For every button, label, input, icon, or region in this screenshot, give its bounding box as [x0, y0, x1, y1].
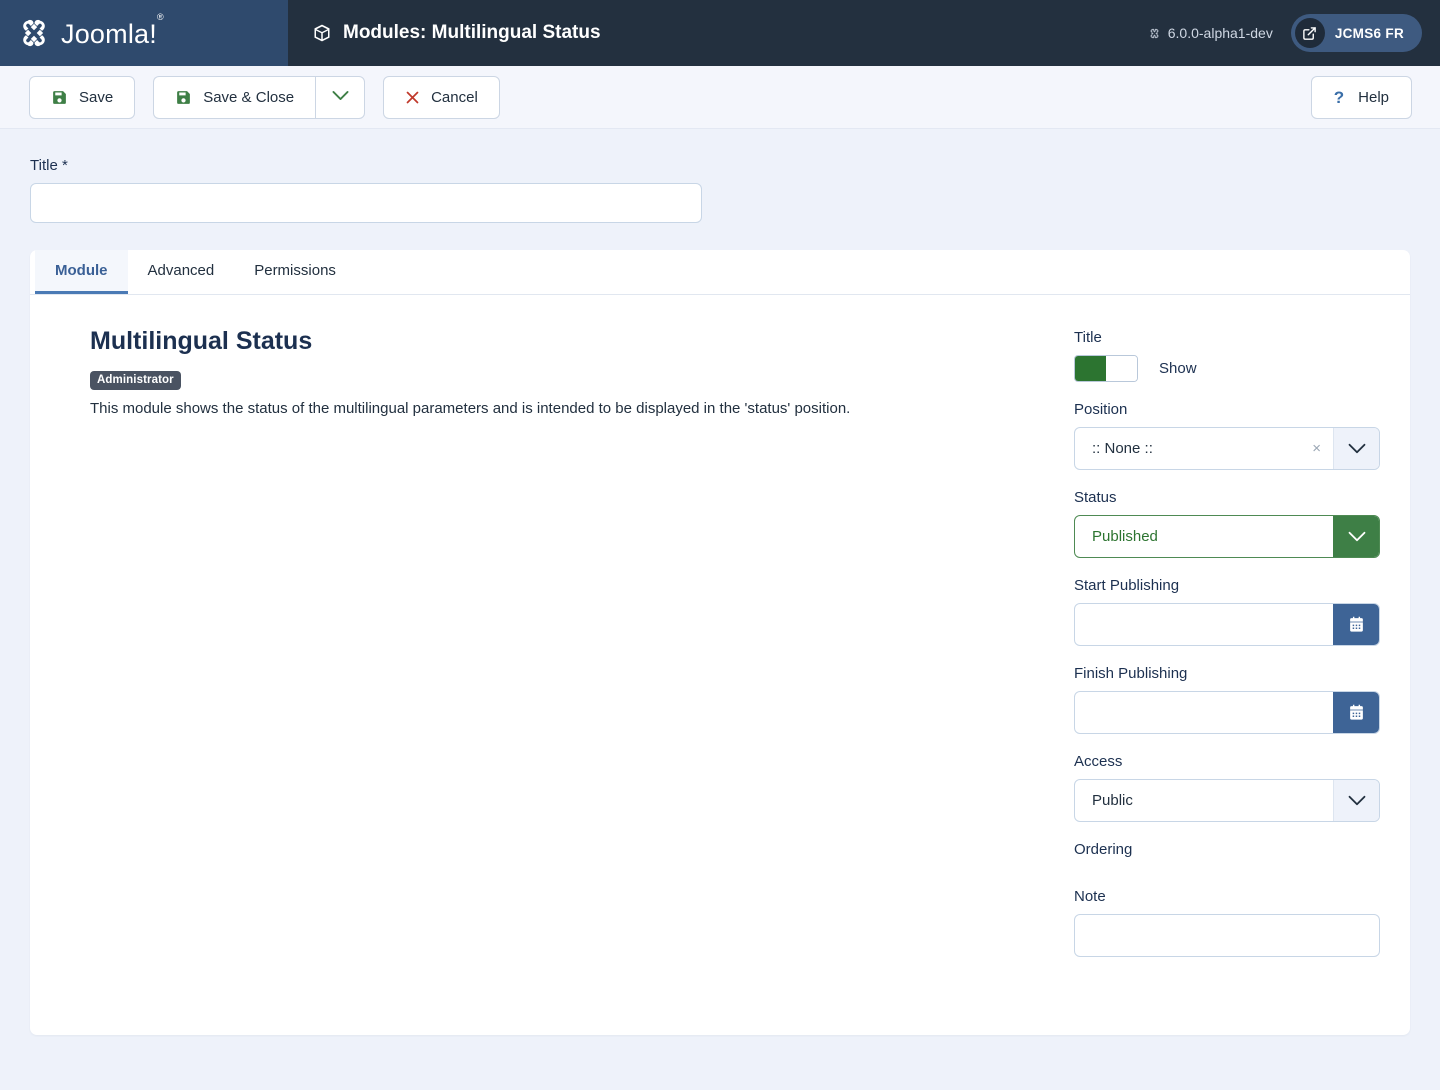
position-field: Position :: None :: × — [1074, 401, 1380, 470]
floppy-disk-icon — [51, 89, 68, 106]
tab-advanced-label: Advanced — [147, 262, 215, 279]
save-button[interactable]: Save — [29, 75, 136, 119]
help-button[interactable]: ? Help — [1310, 75, 1412, 119]
show-title-label: Title — [1074, 329, 1102, 346]
calendar-icon[interactable] — [1333, 604, 1379, 645]
start-publishing-input[interactable] — [1075, 604, 1333, 645]
version-label: 6.0.0-alpha1-dev — [1167, 25, 1273, 41]
finish-publishing-label: Finish Publishing — [1074, 665, 1188, 682]
save-close-button-label: Save & Close — [203, 88, 295, 106]
save-close-button-group: Save & Close — [153, 75, 366, 119]
question-mark-icon: ? — [1333, 87, 1345, 107]
module-description: This module shows the status of the mult… — [90, 400, 851, 417]
status-field: Status Published — [1074, 489, 1380, 558]
start-publishing-control — [1074, 603, 1380, 646]
page-title: Modules: Multilingual Status — [343, 22, 601, 43]
visit-site-label: JCMS6 FR — [1334, 25, 1404, 41]
status-select[interactable]: Published — [1074, 515, 1380, 558]
title-field-label: Title * — [30, 157, 68, 174]
chevron-down-icon[interactable] — [1333, 516, 1379, 557]
module-heading: Multilingual Status — [90, 327, 313, 355]
tab-permissions[interactable]: Permissions — [234, 250, 356, 294]
tab-bar: Module Advanced Permissions — [30, 250, 1410, 295]
tab-advanced[interactable]: Advanced — [128, 250, 235, 294]
finish-publishing-input[interactable] — [1075, 692, 1333, 733]
toggle-off-segment — [1106, 356, 1137, 381]
app-header: Joomla!® Modules: Multilingual Status 6.… — [0, 0, 1440, 66]
joomla-logo-icon — [16, 15, 52, 51]
save-button-label: Save — [79, 88, 114, 106]
finish-publishing-control — [1074, 691, 1380, 734]
title-input[interactable] — [30, 183, 702, 223]
save-options-dropdown-button[interactable] — [315, 75, 366, 119]
position-label: Position — [1074, 401, 1128, 418]
brand-label: Joomla!® — [61, 11, 164, 49]
cancel-button-label: Cancel — [431, 88, 478, 106]
title-field-group: Title * — [30, 129, 1410, 223]
module-options-column: Title Show Position :: None :: × Status … — [1074, 327, 1380, 976]
position-clear-icon[interactable]: × — [1300, 428, 1333, 469]
start-publishing-label: Start Publishing — [1074, 577, 1180, 594]
help-button-label: Help — [1358, 88, 1389, 106]
ordering-field: Ordering — [1074, 841, 1380, 858]
toolbar-left-group: Save Save & Close Cancel — [29, 75, 500, 119]
note-label: Note — [1074, 888, 1106, 905]
note-input[interactable] — [1074, 914, 1380, 957]
calendar-icon[interactable] — [1333, 692, 1379, 733]
show-title-toggle[interactable] — [1074, 355, 1138, 382]
show-title-state-label: Show — [1159, 360, 1197, 377]
tab-permissions-label: Permissions — [254, 262, 336, 279]
visit-site-button[interactable]: JCMS6 FR — [1290, 14, 1422, 52]
cube-icon — [312, 23, 332, 43]
position-value: :: None :: — [1092, 440, 1153, 457]
tab-module[interactable]: Module — [35, 250, 128, 294]
status-value: Published — [1092, 528, 1158, 545]
external-link-icon — [1294, 18, 1325, 48]
header-right-group: 6.0.0-alpha1-dev JCMS6 FR — [1148, 0, 1440, 66]
page-body: Title * Module Advanced Permissions Mult… — [0, 129, 1440, 1035]
module-client-badge: Administrator — [90, 371, 181, 390]
show-title-field: Title Show — [1074, 329, 1380, 382]
cancel-button[interactable]: Cancel — [383, 75, 500, 119]
toolbar: Save Save & Close Cancel ? Help — [0, 66, 1440, 129]
ordering-label: Ordering — [1074, 841, 1133, 858]
finish-publishing-field: Finish Publishing — [1074, 665, 1380, 734]
close-x-icon — [405, 90, 420, 105]
access-select[interactable]: Public — [1074, 779, 1380, 822]
page-header-title: Modules: Multilingual Status — [288, 0, 1148, 66]
toggle-on-segment — [1075, 356, 1106, 381]
chevron-down-icon[interactable] — [1333, 780, 1379, 821]
joomla-mark-icon — [1148, 27, 1161, 40]
access-field: Access Public — [1074, 753, 1380, 822]
chevron-down-icon[interactable] — [1333, 428, 1379, 469]
module-info-column: Multilingual Status Administrator This m… — [60, 327, 1074, 976]
floppy-disk-icon — [175, 89, 192, 106]
brand-panel[interactable]: Joomla!® — [0, 0, 288, 66]
position-select[interactable]: :: None :: × — [1074, 427, 1380, 470]
access-label: Access — [1074, 753, 1123, 770]
chevron-down-icon — [332, 88, 349, 106]
access-value: Public — [1092, 792, 1133, 809]
save-close-button[interactable]: Save & Close — [153, 75, 316, 119]
show-title-switcher: Show — [1074, 355, 1380, 382]
version-indicator: 6.0.0-alpha1-dev — [1148, 25, 1273, 41]
tab-panel-module: Multilingual Status Administrator This m… — [30, 295, 1410, 1006]
status-label: Status — [1074, 489, 1117, 506]
joomla-logo[interactable]: Joomla!® — [16, 11, 164, 51]
edit-form-card: Module Advanced Permissions Multilingual… — [30, 250, 1410, 1035]
start-publishing-field: Start Publishing — [1074, 577, 1380, 646]
tab-module-label: Module — [55, 262, 108, 279]
note-field: Note — [1074, 888, 1380, 957]
